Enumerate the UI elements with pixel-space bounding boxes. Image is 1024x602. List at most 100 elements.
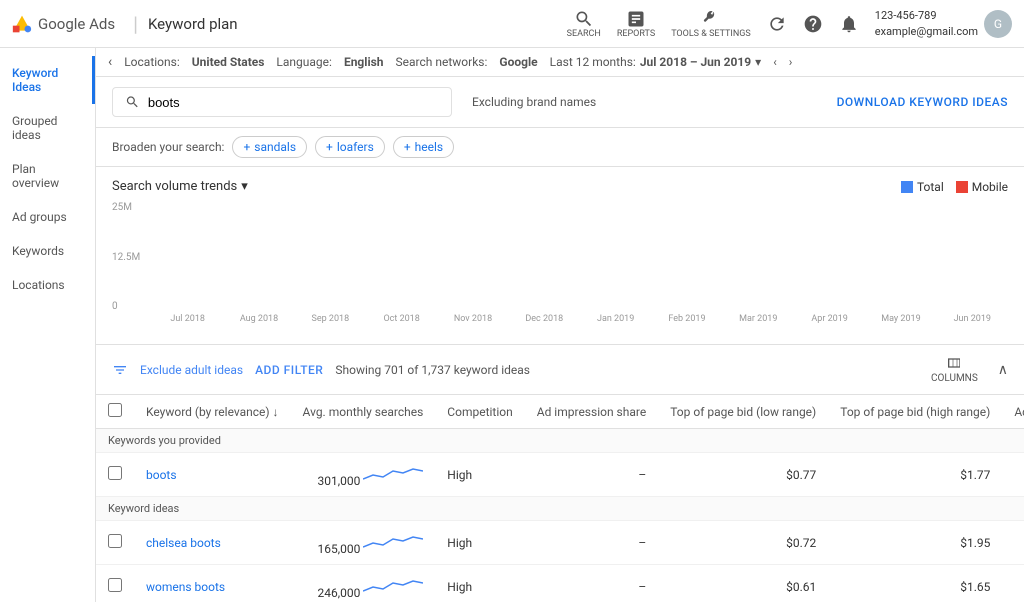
- avg-searches-header[interactable]: Avg. monthly searches: [291, 395, 436, 429]
- sidebar-item-grouped-ideas[interactable]: Grouped ideas: [0, 104, 95, 152]
- trend-sparkline: [363, 461, 423, 485]
- row-checkbox[interactable]: [108, 534, 122, 548]
- sidebar: Keyword Ideas Grouped ideas Plan overvie…: [0, 48, 96, 602]
- sidebar-item-keywords[interactable]: Keywords: [0, 234, 95, 268]
- legend-total-color: [901, 181, 913, 193]
- avg-searches-cell: 165,000: [291, 521, 436, 565]
- broaden-chip-label: loafers: [337, 140, 374, 154]
- legend-total-label: Total: [917, 180, 944, 194]
- bid-low-header[interactable]: Top of page bid (low range): [658, 395, 828, 429]
- search-nav-icon[interactable]: SEARCH: [567, 9, 601, 39]
- google-ads-logo-icon: [12, 14, 32, 34]
- account-status-header[interactable]: Account status: [1002, 395, 1024, 429]
- tools-nav-icon[interactable]: TOOLS & SETTINGS: [671, 9, 751, 39]
- ad-impression-cell: –: [525, 565, 658, 602]
- reports-nav-label: REPORTS: [617, 29, 655, 39]
- columns-icon: [946, 355, 962, 371]
- refresh-nav-button[interactable]: [767, 14, 787, 34]
- chart-area-wrap: 25M 12.5M 0 Jul 2018Aug 2018Sep 2018Oct …: [112, 202, 1008, 332]
- account-info[interactable]: 123-456-789 example@gmail.com G: [875, 8, 1012, 39]
- select-all-checkbox[interactable]: [108, 403, 122, 417]
- reports-nav-icon[interactable]: REPORTS: [617, 9, 655, 39]
- nav-separator: |: [133, 12, 138, 36]
- date-prev-button[interactable]: ‹: [773, 55, 777, 69]
- keyword-link[interactable]: chelsea boots: [146, 536, 221, 550]
- chart-x-label: Sep 2018: [295, 314, 366, 332]
- sidebar-item-ad-groups[interactable]: Ad groups: [0, 200, 95, 234]
- plus-icon: +: [326, 140, 333, 154]
- table-row: boots 301,000 High – $0.77 $1.77: [96, 453, 1024, 497]
- sidebar-item-plan-overview[interactable]: Plan overview: [0, 152, 95, 200]
- sidebar-item-keyword-ideas[interactable]: Keyword Ideas: [0, 56, 95, 104]
- row-checkbox[interactable]: [108, 466, 122, 480]
- avg-searches-value: 301,000: [317, 474, 360, 488]
- account-status-cell: [1002, 565, 1024, 602]
- account-email: example@gmail.com: [875, 24, 978, 39]
- sidebar-collapse-button[interactable]: ‹: [108, 54, 112, 70]
- avg-searches-cell: 246,000: [291, 565, 436, 602]
- network-value[interactable]: Google: [499, 55, 537, 69]
- broaden-chip-loafers[interactable]: + loafers: [315, 136, 385, 158]
- keyword-table: Keyword (by relevance) ↓ Avg. monthly se…: [96, 395, 1024, 602]
- competition-header[interactable]: Competition: [435, 395, 524, 429]
- chart-dropdown-icon: ▾: [241, 179, 248, 194]
- ideas-section-label: Keyword ideas: [96, 497, 1024, 521]
- table-row: chelsea boots 165,000 High – $0.72 $1.95: [96, 521, 1024, 565]
- chart-header: Search volume trends ▾ Total Mobile: [112, 179, 1008, 194]
- exclude-adult-ideas-link[interactable]: Exclude adult ideas: [140, 363, 243, 377]
- chart-x-label: May 2019: [865, 314, 936, 332]
- logo-area: Google Ads | Keyword plan: [12, 12, 238, 36]
- table-header-row: Keyword (by relevance) ↓ Avg. monthly se…: [96, 395, 1024, 429]
- broaden-chip-heels[interactable]: + heels: [393, 136, 454, 158]
- help-nav-button[interactable]: [803, 14, 823, 34]
- table-row: womens boots 246,000 High – $0.61 $1.65: [96, 565, 1024, 602]
- collapse-table-button[interactable]: ∧: [998, 362, 1008, 378]
- language-label: Language:: [276, 55, 332, 69]
- chart-title-toggle[interactable]: Search volume trends ▾: [112, 179, 248, 194]
- keyword-link[interactable]: womens boots: [146, 580, 225, 594]
- y-label-0: 0: [112, 301, 152, 312]
- bid-high-header[interactable]: Top of page bid (high range): [828, 395, 1002, 429]
- chart-y-labels: 25M 12.5M 0: [112, 202, 152, 312]
- keyword-search-input[interactable]: [148, 95, 439, 110]
- trend-sparkline: [363, 529, 423, 553]
- chart-x-label: Dec 2018: [509, 314, 580, 332]
- language-value[interactable]: English: [344, 55, 384, 69]
- account-phone: 123-456-789: [875, 8, 978, 23]
- bid-high-cell: $1.95: [828, 521, 1002, 565]
- provided-section-label: Keywords you provided: [96, 429, 1024, 453]
- row-checkbox-cell[interactable]: [96, 565, 134, 602]
- row-checkbox-cell[interactable]: [96, 453, 134, 497]
- chart-x-label: Oct 2018: [366, 314, 437, 332]
- app-name: Google Ads: [38, 15, 115, 33]
- keyword-header[interactable]: Keyword (by relevance) ↓: [134, 395, 291, 429]
- legend-total: Total: [901, 180, 944, 194]
- ideas-section-header: Keyword ideas: [96, 497, 1024, 521]
- row-checkbox-cell[interactable]: [96, 521, 134, 565]
- notifications-nav-button[interactable]: [839, 14, 859, 34]
- provided-section-header: Keywords you provided: [96, 429, 1024, 453]
- competition-cell: High: [435, 453, 524, 497]
- keyword-link[interactable]: boots: [146, 468, 177, 482]
- broaden-chip-label: sandals: [254, 140, 296, 154]
- row-checkbox[interactable]: [108, 578, 122, 592]
- legend-mobile-label: Mobile: [972, 180, 1008, 194]
- bid-low-cell: $0.72: [658, 521, 828, 565]
- columns-button[interactable]: COLUMNS: [931, 355, 978, 384]
- keyword-cell: womens boots: [134, 565, 291, 602]
- date-range-selector[interactable]: Last 12 months: Jul 2018 – Jun 2019 ▾: [550, 55, 762, 69]
- location-value[interactable]: United States: [192, 55, 265, 69]
- broaden-label: Broaden your search:: [112, 140, 224, 154]
- legend-mobile: Mobile: [956, 180, 1008, 194]
- competition-cell: High: [435, 521, 524, 565]
- download-keyword-ideas-button[interactable]: DOWNLOAD KEYWORD IDEAS: [837, 95, 1008, 109]
- keyword-cell: boots: [134, 453, 291, 497]
- ad-impression-header[interactable]: Ad impression share: [525, 395, 658, 429]
- select-all-header[interactable]: [96, 395, 134, 429]
- add-filter-button[interactable]: ADD FILTER: [255, 363, 323, 377]
- bid-low-cell: $0.77: [658, 453, 828, 497]
- search-nav-label: SEARCH: [567, 29, 601, 39]
- date-next-button[interactable]: ›: [789, 55, 793, 69]
- broaden-chip-sandals[interactable]: + sandals: [232, 136, 307, 158]
- sidebar-item-locations[interactable]: Locations: [0, 268, 95, 302]
